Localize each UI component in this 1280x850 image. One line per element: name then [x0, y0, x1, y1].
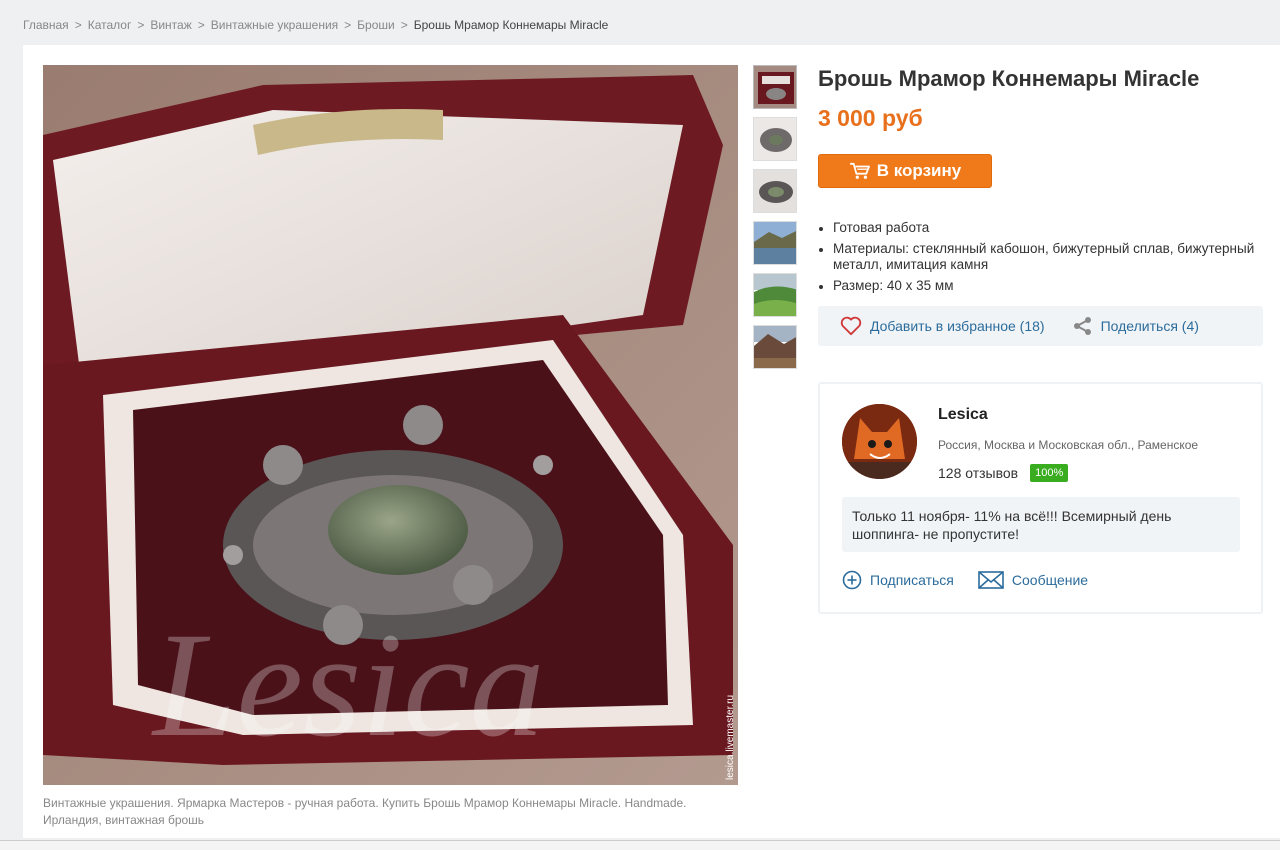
breadcrumb-separator: > — [137, 18, 145, 32]
product-info: Брошь Мрамор Коннемары Miracle 3 000 руб… — [818, 65, 1263, 614]
product-card: Lesica lesica.livemaster.ru Винтажные ук… — [23, 45, 1280, 838]
property-item: Готовая работа — [818, 220, 1263, 236]
seller-location: Россия, Москва и Московская обл., Раменс… — [938, 438, 1199, 452]
thumbnail-image — [754, 274, 796, 316]
seller-avatar-image — [842, 404, 917, 479]
breadcrumb-separator: > — [400, 18, 408, 32]
envelope-icon — [978, 571, 1004, 589]
thumbnail-image — [754, 326, 796, 368]
thumbnail-brooch-closeup[interactable] — [753, 117, 797, 161]
product-actions: Добавить в избранное (18) Поделиться (4) — [818, 306, 1263, 346]
add-to-favorites-label: Добавить в избранное (18) — [870, 318, 1045, 334]
share-icon — [1073, 317, 1091, 335]
seller-reviews: 128 отзывов 100% — [938, 464, 1069, 482]
breadcrumb: Главная > Каталог > Винтаж > Винтажные украшен… — [23, 18, 608, 32]
seller-actions: Подписаться Сообщение — [842, 570, 1088, 590]
breadcrumb-separator: > — [344, 18, 352, 32]
thumbnail-mountain-landscape[interactable] — [753, 325, 797, 369]
thumbnail-image — [754, 222, 796, 264]
message-label: Сообщение — [1011, 572, 1089, 588]
product-price: 3 000 руб — [818, 105, 923, 131]
breadcrumb-separator: > — [197, 18, 205, 32]
subscribe-button[interactable]: Подписаться — [842, 570, 954, 590]
product-main-photo[interactable]: Lesica lesica.livemaster.ru — [43, 65, 738, 785]
message-button[interactable]: Сообщение — [978, 570, 1088, 590]
share-button[interactable]: Поделиться (4) — [1073, 316, 1199, 336]
photo-caption: Винтажные украшения. Ярмарка Мастеров - … — [43, 796, 687, 827]
breadcrumb-vintage-jewelry[interactable]: Винтажные украшения — [211, 18, 338, 32]
thumbnail-image — [754, 66, 796, 108]
seller-card: Lesica Россия, Москва и Московская обл.,… — [818, 382, 1263, 614]
share-label: Поделиться (4) — [1100, 318, 1199, 334]
property-item: Материалы: стеклянный кабошон, бижутерны… — [818, 241, 1263, 273]
add-to-cart-button[interactable]: В корзину — [818, 154, 992, 188]
thumbnail-brooch-in-box[interactable] — [753, 65, 797, 109]
thumbnail-image — [754, 118, 796, 160]
product-properties: Готовая работа Материалы: стеклянный каб… — [818, 220, 1263, 294]
rating-badge: 100% — [1030, 464, 1069, 482]
breadcrumb-current: Брошь Мрамор Коннемары Miracle — [413, 18, 609, 32]
add-to-favorites-button[interactable]: Добавить в избранное (18) — [840, 316, 1045, 336]
thumbnail-strip — [753, 65, 797, 377]
cart-icon — [849, 162, 870, 179]
reviews-count[interactable]: 128 отзывов — [938, 465, 1018, 481]
brooch-photo-image: Lesica lesica.livemaster.ru — [43, 65, 738, 785]
breadcrumb-separator: > — [74, 18, 82, 32]
plus-circle-icon — [842, 570, 862, 590]
photo-side-text: lesica.livemaster.ru — [725, 695, 736, 780]
thumbnail-image — [754, 170, 796, 212]
seller-promo: Только 11 ноября- 11% на всё!!! Всемирны… — [842, 497, 1240, 552]
heart-icon — [840, 316, 862, 336]
property-item: Размер: 40 х 35 мм — [818, 278, 1263, 294]
window-bottom-edge — [0, 840, 1280, 850]
breadcrumb-brooches[interactable]: Броши — [357, 18, 395, 32]
breadcrumb-catalog[interactable]: Каталог — [88, 18, 132, 32]
subscribe-label: Подписаться — [870, 572, 954, 588]
seller-avatar[interactable] — [842, 404, 917, 479]
seller-name[interactable]: Lesica — [938, 406, 988, 424]
thumbnail-lake-landscape[interactable] — [753, 221, 797, 265]
thumbnail-green-hills[interactable] — [753, 273, 797, 317]
breadcrumb-vintage[interactable]: Винтаж — [150, 18, 191, 32]
watermark-text: Lesica — [151, 602, 545, 768]
breadcrumb-home[interactable]: Главная — [23, 18, 69, 32]
add-to-cart-label: В корзину — [876, 161, 962, 180]
thumbnail-brooch-back[interactable] — [753, 169, 797, 213]
product-title: Брошь Мрамор Коннемары Miracle — [818, 66, 1200, 91]
